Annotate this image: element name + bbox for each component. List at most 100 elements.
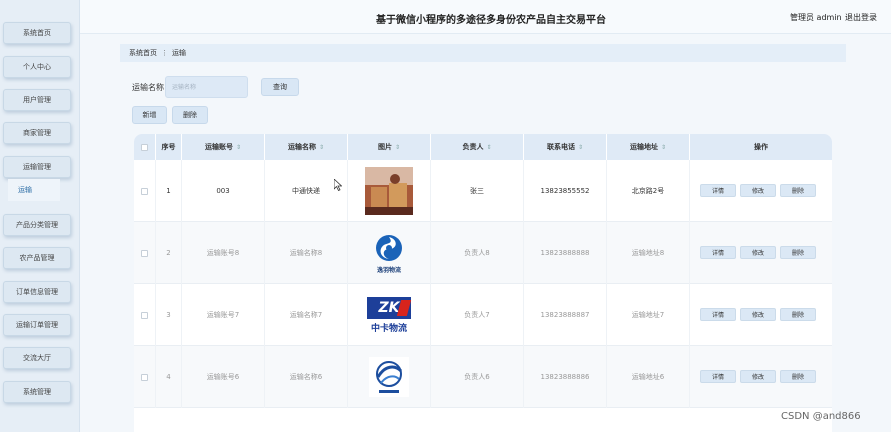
mouse-cursor-icon <box>334 179 342 191</box>
cell-address: 北京路2号 <box>607 160 690 222</box>
sort-icon: ⇕ <box>235 143 242 151</box>
header-address[interactable]: 运输地址 ⇕ <box>607 134 690 160</box>
header-ops-label: 操作 <box>754 143 768 151</box>
breadcrumb-home[interactable]: 系统首页 <box>129 48 157 58</box>
cell-no: 1 <box>156 160 182 222</box>
cell-address: 运输地址7 <box>607 284 690 346</box>
row-checkbox-cell <box>134 222 156 284</box>
header-account[interactable]: 运输账号 ⇕ <box>182 134 265 160</box>
sidebar-item-profile[interactable]: 个人中心 <box>3 56 71 78</box>
cell-address: 运输地址8 <box>607 222 690 284</box>
transport-table: 序号 运输账号 ⇕ 运输名称 ⇕ 图片 ⇕ 负责人 ⇕ 联系电话 ⇕ 运输地址 ⇕ 操作 1… <box>134 134 832 432</box>
row-checkbox[interactable] <box>141 249 148 257</box>
sidebar-item-home[interactable]: 系统首页 <box>3 22 71 44</box>
cell-account: 运输账号8 <box>182 222 265 284</box>
edit-button[interactable]: 修改 <box>740 308 776 321</box>
sort-icon: ⇕ <box>486 143 492 151</box>
cell-ops: 详情 修改 删除 <box>690 222 832 284</box>
header-name-label: 运输名称 <box>287 143 316 151</box>
cell-account: 运输账号6 <box>182 346 265 408</box>
header-no: 序号 <box>156 134 182 160</box>
edit-button[interactable]: 修改 <box>740 370 776 383</box>
cell-manager: 负责人8 <box>431 222 524 284</box>
header-phone-label: 联系电话 <box>546 143 575 151</box>
cell-manager: 负责人7 <box>431 284 524 346</box>
sort-icon: ⇕ <box>660 143 667 151</box>
sidebar-item-orders[interactable]: 订单信息管理 <box>3 281 71 303</box>
header-image-label: 图片 <box>377 143 392 151</box>
header-ops: 操作 <box>690 134 832 160</box>
sidebar-item-transport-orders[interactable]: 运输订单管理 <box>3 314 71 336</box>
sidebar-item-transport[interactable]: 运输管理 <box>3 156 71 178</box>
row-checkbox[interactable] <box>141 187 148 195</box>
cell-ops: 详情 修改 删除 <box>690 284 832 346</box>
cell-name: 运输名称6 <box>265 346 348 408</box>
cell-image <box>348 160 431 222</box>
top-header: 基于微信小程序的多途径多身份农产品自主交易平台 管理员 admin 退出登录 <box>80 0 891 34</box>
row-checkbox-cell <box>134 160 156 222</box>
sidebar-item-users[interactable]: 用户管理 <box>3 89 71 111</box>
table-row: 2 运输账号8 运输名称8 逸羽物流 负责人8 13823888888 运输地址… <box>134 222 832 284</box>
select-all-checkbox[interactable] <box>141 143 148 151</box>
table-row: 4 运输账号6 运输名称6 负责人6 13823888886 运输地址6 详情 … <box>134 346 832 408</box>
edit-button[interactable]: 修改 <box>740 184 776 197</box>
delete-button[interactable]: 删除 <box>780 370 816 383</box>
table-header: 序号 运输账号 ⇕ 运输名称 ⇕ 图片 ⇕ 负责人 ⇕ 联系电话 ⇕ 运输地址 ⇕ 操作 <box>134 134 832 160</box>
logout-link[interactable]: 退出登录 <box>845 12 877 23</box>
zk-logo-text: 中卡物流 <box>370 323 407 334</box>
delete-button[interactable]: 删除 <box>780 246 816 259</box>
cell-name: 运输名称7 <box>265 284 348 346</box>
current-user: 管理员 admin <box>790 13 842 22</box>
sort-icon: ⇕ <box>318 143 325 151</box>
row-checkbox[interactable] <box>141 373 148 381</box>
detail-button[interactable]: 详情 <box>700 370 736 383</box>
cell-ops: 详情 修改 删除 <box>690 160 832 222</box>
cell-account: 003 <box>182 160 265 222</box>
query-button[interactable]: 查询 <box>261 78 299 96</box>
header-manager[interactable]: 负责人 ⇕ <box>431 134 524 160</box>
sidebar-item-products[interactable]: 农产品管理 <box>3 247 71 269</box>
search-input[interactable] <box>165 76 248 98</box>
sort-icon: ⇕ <box>394 143 401 151</box>
delete-button[interactable]: 删除 <box>780 184 816 197</box>
search-label: 运输名称 <box>132 83 164 92</box>
cell-phone: 13823888888 <box>524 222 607 284</box>
watermark: CSDN @and866 <box>781 411 861 422</box>
yiyu-logo-text: 逸羽物流 <box>376 266 401 274</box>
cell-account: 运输账号7 <box>182 284 265 346</box>
cell-image <box>348 346 431 408</box>
cell-name: 中通快递 <box>265 160 348 222</box>
cell-manager: 张三 <box>431 160 524 222</box>
cell-address: 运输地址6 <box>607 346 690 408</box>
cell-no: 2 <box>156 222 182 284</box>
header-address-label: 运输地址 <box>629 143 658 151</box>
sidebar-subitem-transport[interactable]: 运输 <box>8 179 60 201</box>
row-checkbox[interactable] <box>141 311 148 319</box>
sidebar-item-system[interactable]: 系统管理 <box>3 381 71 403</box>
cell-no: 3 <box>156 284 182 346</box>
sidebar: 系统首页 个人中心 用户管理 商家管理 运输管理 运输 产品分类管理 农产品管理… <box>0 0 80 432</box>
header-manager-label: 负责人 <box>462 143 484 151</box>
cell-name: 运输名称8 <box>265 222 348 284</box>
header-checkbox-cell <box>134 134 156 160</box>
delete-button[interactable]: 删除 <box>780 308 816 321</box>
cell-image: ZK 中卡物流 <box>348 284 431 346</box>
zk-logo-icon: ZK <box>367 296 412 319</box>
detail-button[interactable]: 详情 <box>700 184 736 197</box>
add-button[interactable]: 新增 <box>132 106 167 124</box>
cell-manager: 负责人6 <box>431 346 524 408</box>
header-phone[interactable]: 联系电话 ⇕ <box>524 134 607 160</box>
cell-phone: 13823888886 <box>524 346 607 408</box>
zk-logo-letters: ZK <box>378 299 400 316</box>
sidebar-item-forum[interactable]: 交流大厅 <box>3 347 71 369</box>
batch-delete-button[interactable]: 删除 <box>172 106 208 124</box>
header-image[interactable]: 图片 ⇕ <box>348 134 431 160</box>
globe-logo-icon <box>369 357 409 397</box>
edit-button[interactable]: 修改 <box>740 246 776 259</box>
detail-button[interactable]: 详情 <box>700 308 736 321</box>
header-name[interactable]: 运输名称 ⇕ <box>265 134 348 160</box>
detail-button[interactable]: 详情 <box>700 246 736 259</box>
courier-photo-image <box>365 167 413 215</box>
sidebar-item-merchants[interactable]: 商家管理 <box>3 122 71 144</box>
sidebar-item-category[interactable]: 产品分类管理 <box>3 214 71 236</box>
